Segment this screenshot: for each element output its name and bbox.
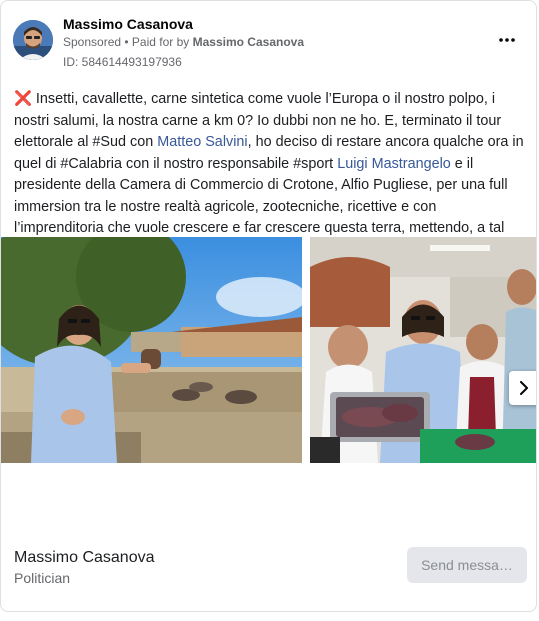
ad-card: Massimo Casanova Sponsored • Paid for by… (0, 0, 537, 612)
paid-for-prefix: Paid for by (131, 35, 193, 49)
page-name[interactable]: Massimo Casanova (63, 16, 193, 32)
separator-dot: • (121, 35, 132, 49)
ad-header: Massimo Casanova Sponsored • Paid for by… (1, 1, 536, 81)
paid-for-name: Massimo Casanova (192, 35, 305, 49)
farm-photo (1, 237, 302, 463)
footer-page-category: Politician (14, 570, 71, 586)
avatar[interactable] (13, 20, 53, 60)
mention-link-luigi-mastrangelo[interactable]: Luigi Mastrangelo (337, 156, 451, 172)
mention-link-matteo-salvini[interactable]: Matteo Salvini (157, 134, 247, 150)
carousel-image-1[interactable] (1, 237, 302, 463)
kitchen-photo (310, 237, 536, 463)
ad-body-text: ❌ Insetti, cavallette, carne sintetica co… (14, 89, 526, 261)
carousel-next-button[interactable] (509, 371, 536, 405)
more-options-button[interactable] (492, 25, 522, 55)
cross-mark-icon: ❌ (14, 91, 32, 107)
ellipsis-icon (499, 38, 515, 42)
carousel-image-2[interactable] (310, 237, 536, 463)
sponsored-line: Sponsored • Paid for by Massimo Casanova (63, 35, 304, 49)
chevron-right-icon (520, 381, 528, 395)
avatar-image (13, 20, 53, 60)
send-message-button[interactable]: Send messa… (407, 547, 527, 583)
sponsored-label: Sponsored (63, 35, 122, 49)
image-carousel (1, 237, 536, 463)
ad-id: ID: 584614493197936 (63, 55, 182, 69)
footer-page-name[interactable]: Massimo Casanova (14, 549, 155, 567)
